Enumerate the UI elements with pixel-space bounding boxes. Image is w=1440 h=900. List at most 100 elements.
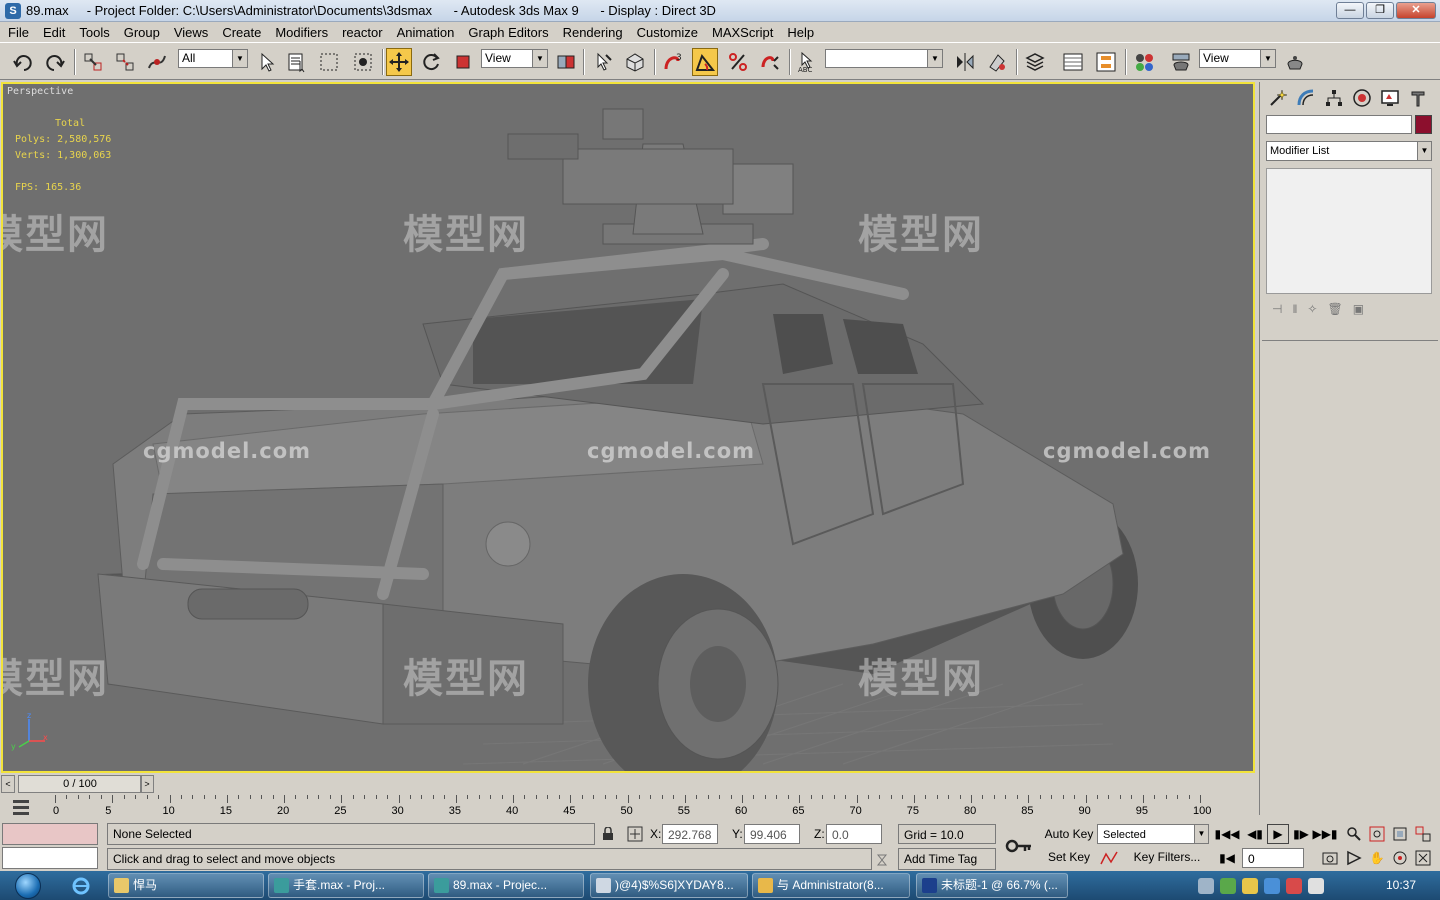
object-name-field[interactable] [1266, 115, 1412, 134]
menu-edit[interactable]: Edit [43, 25, 65, 40]
hierarchy-tab-icon[interactable] [1322, 86, 1346, 110]
time-slider[interactable]: < 0 / 100 > [1, 775, 1255, 793]
pin-stack-icon[interactable]: ⊣ [1272, 302, 1282, 316]
window-crossing-icon[interactable] [350, 48, 376, 76]
zoom-extents-all-icon[interactable] [1413, 824, 1433, 844]
display-tab-icon[interactable] [1378, 86, 1402, 110]
edit-named-selection-sets-icon[interactable]: ABC [794, 48, 820, 76]
select-and-move-icon[interactable] [386, 48, 412, 76]
trackbar[interactable]: 0 5 10 15 20 25 30 35 40 45 50 55 60 65 70 75 80 85 90 95 10… [0, 795, 1258, 820]
zoom-all-icon[interactable] [1367, 824, 1387, 844]
go-to-start-icon[interactable]: ▮◀◀ [1214, 824, 1239, 844]
key-mode-dropdown[interactable]: Selected ▼ [1097, 824, 1209, 844]
previous-frame-icon[interactable]: ◀▮ [1244, 824, 1266, 844]
selection-filter-dropdown[interactable]: All ▼ [178, 49, 248, 68]
named-selection-sets-dropdown[interactable]: ▼ [825, 49, 943, 68]
curve-editor-icon[interactable] [1060, 48, 1086, 76]
next-frame-icon[interactable]: ▮▶ [1290, 824, 1312, 844]
taskbar-item[interactable]: 悍马 [108, 873, 264, 898]
modifier-stack[interactable] [1266, 168, 1432, 294]
y-coordinate-field[interactable]: 99.406 [744, 824, 800, 844]
taskbar-item[interactable]: )@4)$%S6]XYDAY8... [590, 873, 748, 898]
select-by-name-icon[interactable] [284, 48, 310, 76]
unlink-selection-icon[interactable] [112, 48, 138, 76]
zoom-extents-icon[interactable] [1390, 824, 1410, 844]
select-and-rotate-icon[interactable] [418, 48, 444, 76]
keyboard-tray-icon[interactable] [1198, 877, 1214, 894]
maximize-viewport-toggle-icon[interactable] [1413, 848, 1433, 868]
utilities-tab-icon[interactable] [1406, 86, 1430, 110]
set-key-button[interactable]: Set Key [1044, 847, 1094, 867]
start-button[interactable] [2, 871, 54, 900]
taskbar-item[interactable]: 手套.max - Proj... [268, 873, 424, 898]
layer-manager-icon[interactable] [1022, 48, 1048, 76]
remove-modifier-icon[interactable]: 🗑 [1327, 302, 1342, 316]
render-scene-dialog-icon[interactable] [1168, 48, 1194, 76]
menu-views[interactable]: Views [174, 25, 208, 40]
perspective-viewport[interactable]: 模型网 模型网 模型网 模型网 cgmodel.com cgmodel.com … [1, 82, 1255, 773]
network-tray-icon[interactable] [1264, 877, 1280, 894]
angle-snap-toggle-icon[interactable] [692, 48, 718, 76]
maxscript-listener-mini[interactable] [2, 823, 98, 845]
default-in-out-tangents-icon[interactable] [1098, 849, 1120, 867]
previous-frame-arrow[interactable]: < [1, 775, 15, 793]
make-unique-icon[interactable]: ✧ [1307, 302, 1317, 316]
close-button[interactable]: ✕ [1396, 2, 1436, 19]
current-frame-field[interactable]: 0 [1242, 848, 1304, 868]
go-to-end-icon[interactable]: ▶▶▮ [1312, 824, 1337, 844]
configure-modifier-sets-icon[interactable]: ▣ [1353, 302, 1364, 316]
key-filters-button[interactable]: Key Filters... [1124, 847, 1210, 869]
volume-tray-icon[interactable] [1308, 877, 1324, 894]
snaps-toggle-icon[interactable]: 3 [660, 48, 686, 76]
time-tag-lock-icon[interactable] [874, 851, 890, 869]
minimize-button[interactable]: — [1336, 2, 1364, 19]
quick-render-icon[interactable] [1282, 48, 1308, 76]
show-end-result-icon[interactable]: ‖ [1292, 302, 1297, 316]
motion-tab-icon[interactable] [1350, 86, 1374, 110]
security-tray-icon[interactable] [1220, 877, 1236, 894]
taskbar-item[interactable]: 89.max - Projec... [428, 873, 584, 898]
select-and-link-icon[interactable] [80, 48, 106, 76]
menu-create[interactable]: Create [222, 25, 261, 40]
mirror-icon[interactable] [952, 48, 978, 76]
redo-icon[interactable] [42, 48, 68, 76]
messenger-tray-icon[interactable] [1242, 877, 1258, 894]
create-tab-icon[interactable] [1266, 86, 1290, 110]
auto-key-button[interactable]: Auto Key [1044, 824, 1094, 844]
taskbar-item[interactable]: 未标题-1 @ 66.7% (... [916, 873, 1068, 898]
maximize-button[interactable]: ❐ [1366, 2, 1394, 19]
lock-icon[interactable] [600, 825, 616, 843]
spinner-snap-toggle-icon[interactable] [757, 48, 783, 76]
menu-reactor[interactable]: reactor [342, 25, 382, 40]
menu-file[interactable]: File [8, 25, 29, 40]
percent-snap-toggle-icon[interactable] [725, 48, 751, 76]
viewport-label[interactable]: Perspective [7, 86, 73, 97]
z-coordinate-field[interactable]: 0.0 [826, 824, 882, 844]
set-keys-icon[interactable] [1000, 828, 1038, 864]
menu-animation[interactable]: Animation [397, 25, 455, 40]
time-configuration-icon[interactable] [1320, 848, 1340, 868]
pan-view-icon[interactable]: ✋ [1367, 848, 1387, 868]
time-slider-thumb[interactable]: 0 / 100 [18, 775, 142, 793]
modifier-list-dropdown[interactable]: Modifier List ▼ [1266, 141, 1432, 161]
use-pivot-point-center-icon[interactable] [553, 48, 579, 76]
select-and-scale-icon[interactable] [450, 48, 476, 76]
clock[interactable]: 10:37 [1386, 878, 1416, 892]
schematic-view-icon[interactable] [1093, 48, 1119, 76]
internet-explorer-icon[interactable] [70, 875, 92, 897]
undo-icon[interactable] [10, 48, 36, 76]
3dsmax-app-icon[interactable]: S [5, 3, 21, 19]
select-object-icon[interactable] [254, 48, 280, 76]
modify-tab-icon[interactable] [1294, 86, 1318, 110]
zoom-icon[interactable] [1344, 824, 1364, 844]
menu-customize[interactable]: Customize [637, 25, 698, 40]
select-and-manipulate-icon[interactable] [590, 48, 616, 76]
object-color-swatch[interactable] [1415, 115, 1432, 134]
taskbar-item[interactable]: 与 Administrator(8... [752, 873, 910, 898]
reference-coordinate-dropdown[interactable]: View ▼ [481, 49, 548, 68]
key-mode-toggle-icon[interactable]: ▮◀ [1216, 848, 1238, 868]
absolute-mode-transform-icon[interactable] [625, 824, 645, 844]
field-of-view-icon[interactable] [1344, 848, 1364, 868]
x-coordinate-field[interactable]: 292.768 [662, 824, 718, 844]
antivirus-tray-icon[interactable] [1286, 877, 1302, 894]
